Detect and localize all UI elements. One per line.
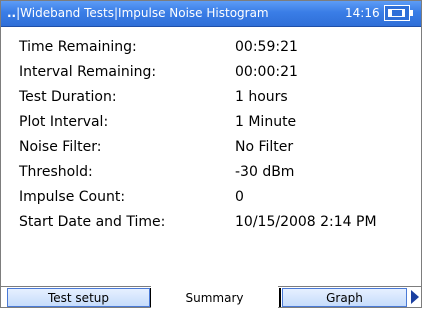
scroll-right-icon[interactable]	[411, 290, 419, 304]
summary-value: No Filter	[235, 139, 294, 155]
summary-label: Noise Filter:	[19, 139, 102, 155]
breadcrumb-path: |Wideband Tests|Impulse Noise Histogram	[16, 6, 269, 20]
app-window: ..|Wideband Tests|Impulse Noise Histogra…	[0, 0, 422, 308]
tab-test-setup[interactable]: Test setup	[7, 288, 150, 307]
summary-value: 00:59:21	[235, 39, 298, 55]
summary-row-interval-remaining: Interval Remaining: 00:00:21	[19, 64, 415, 86]
summary-row-plot-interval: Plot Interval: 1 Minute	[19, 114, 415, 136]
summary-label: Test Duration:	[19, 89, 117, 105]
summary-label: Start Date and Time:	[19, 214, 166, 230]
title-bar: ..|Wideband Tests|Impulse Noise Histogra…	[1, 1, 421, 27]
summary-panel: Time Remaining: 00:59:21 Interval Remain…	[1, 27, 421, 259]
summary-value: 0	[235, 189, 244, 205]
breadcrumb-prefix[interactable]: ..	[7, 6, 16, 20]
summary-label: Threshold:	[19, 164, 93, 180]
clock: 14:16	[345, 6, 380, 20]
summary-value: 1 hours	[235, 89, 288, 105]
summary-value: 00:00:21	[235, 64, 298, 80]
summary-row-noise-filter: Noise Filter: No Filter	[19, 139, 415, 161]
summary-label: Interval Remaining:	[19, 64, 157, 80]
tab-separator	[279, 288, 281, 307]
summary-label: Impulse Count:	[19, 189, 126, 205]
battery-icon	[384, 5, 413, 21]
summary-value: 1 Minute	[235, 114, 297, 130]
summary-row-impulse-count: Impulse Count: 0	[19, 189, 415, 211]
summary-row-time-remaining: Time Remaining: 00:59:21	[19, 39, 415, 61]
summary-row-test-duration: Test Duration: 1 hours	[19, 89, 415, 111]
summary-row-threshold: Threshold: -30 dBm	[19, 164, 415, 186]
summary-row-start-date-time: Start Date and Time: 10/15/2008 2:14 PM	[19, 214, 415, 236]
summary-value: -30 dBm	[235, 164, 295, 180]
summary-label: Plot Interval:	[19, 114, 109, 130]
breadcrumb: ..|Wideband Tests|Impulse Noise Histogra…	[7, 6, 269, 20]
summary-value: 10/15/2008 2:14 PM	[235, 214, 377, 230]
summary-label: Time Remaining:	[19, 39, 137, 55]
tab-graph[interactable]: Graph	[282, 288, 407, 307]
tab-summary[interactable]: Summary	[151, 286, 278, 308]
